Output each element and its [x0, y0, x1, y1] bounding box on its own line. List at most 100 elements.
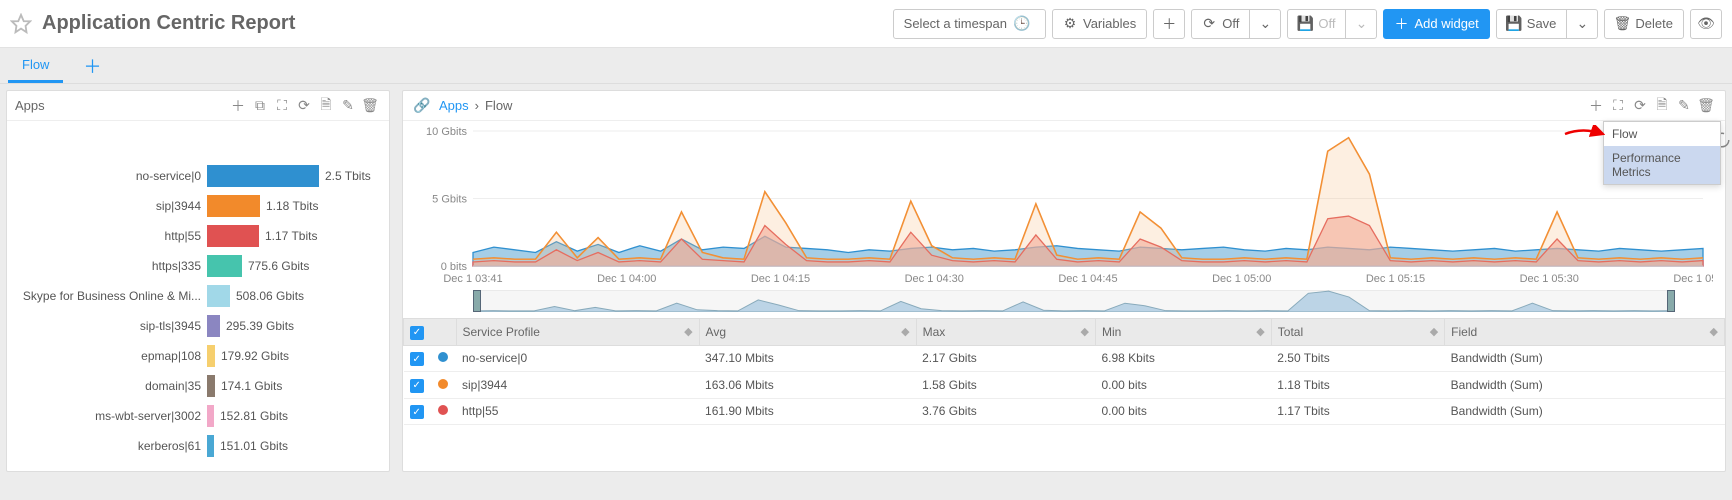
bar-value: 2.5 Tbits [325, 169, 371, 183]
autorefresh-button[interactable]: 💾 Off [1287, 9, 1346, 39]
bar-row[interactable]: ms-wbt-server|3002152.81 Gbits [17, 401, 379, 431]
brush-handle-right[interactable] [1667, 290, 1675, 312]
col-max[interactable]: Max◆ [916, 319, 1095, 346]
bar-fill [207, 345, 215, 367]
panel-refresh-icon[interactable]: ⟳ [293, 95, 315, 117]
bar-row[interactable]: sip-tls|3945295.39 Gbits [17, 311, 379, 341]
cell-field: Bandwidth (Sum) [1445, 398, 1725, 425]
menu-item-flow[interactable]: Flow [1604, 122, 1720, 146]
autorefresh-label: Off [1318, 16, 1335, 31]
table-row[interactable]: ✓http|55161.90 Mbits3.76 Gbits0.00 bits1… [404, 398, 1725, 425]
bar-value: 179.92 Gbits [221, 349, 289, 363]
panel-edit-icon[interactable]: ✎ [337, 95, 359, 117]
col-field[interactable]: Field◆ [1445, 319, 1725, 346]
select-timespan-button[interactable]: Select a timespan 🕒 [893, 9, 1046, 39]
panel-expand-icon[interactable]: ⛶ [271, 95, 293, 117]
cell-total: 2.50 Tbits [1271, 345, 1444, 372]
panel-export-icon[interactable]: 🗎 [1651, 95, 1673, 117]
bar-label: ms-wbt-server|3002 [17, 409, 207, 423]
row-checkbox[interactable]: ✓ [410, 379, 424, 393]
tab-add-button[interactable]: ＋ [75, 49, 109, 83]
panel-expand-icon[interactable]: ⛶ [1607, 95, 1629, 117]
bar-row[interactable]: sip|39441.18 Tbits [17, 191, 379, 221]
panel-delete-icon[interactable]: 🗑 [1695, 95, 1717, 117]
col-total[interactable]: Total◆ [1271, 319, 1444, 346]
cell-max: 3.76 Gbits [916, 398, 1095, 425]
col-avg[interactable]: Avg◆ [699, 319, 916, 346]
content-area: Apps ＋ ⧉ ⛶ ⟳ 🗎 ✎ 🗑 no-service|02.5 Tbits… [0, 84, 1732, 472]
bar-row[interactable]: no-service|02.5 Tbits [17, 161, 379, 191]
breadcrumb-root[interactable]: Apps [439, 98, 469, 113]
bar-row[interactable]: Skype for Business Online & Mi...508.06 … [17, 281, 379, 311]
preview-button[interactable]: 👁 [1690, 9, 1722, 39]
bar-label: domain|35 [17, 379, 207, 393]
panel-edit-icon[interactable]: ✎ [1673, 95, 1695, 117]
panel-add-icon[interactable]: ＋ [1585, 95, 1607, 117]
favorite-star-icon[interactable] [10, 13, 32, 35]
cell-service-profile: sip|3944 [456, 372, 699, 399]
bar-row[interactable]: kerberos|61151.01 Gbits [17, 431, 379, 461]
panel-type-dropdown: Flow Performance Metrics [1603, 121, 1721, 185]
panel-add-icon[interactable]: ＋ [227, 95, 249, 117]
bar-value: 508.06 Gbits [236, 289, 304, 303]
bar-fill [207, 375, 215, 397]
chevron-down-icon: ⌄ [1354, 17, 1368, 31]
row-checkbox[interactable]: ✓ [410, 405, 424, 419]
flow-data-table: ✓ Service Profile◆ Avg◆ Max◆ Min◆ Total◆… [403, 318, 1725, 425]
bar-row[interactable]: https|335775.6 Gbits [17, 251, 379, 281]
variables-icon: ⚙ [1063, 17, 1077, 31]
row-checkbox[interactable]: ✓ [410, 352, 424, 366]
bar-label: epmap|108 [17, 349, 207, 363]
panel-delete-icon[interactable]: 🗑 [359, 95, 381, 117]
chevron-down-icon: ⌄ [1575, 17, 1589, 31]
bar-row[interactable]: epmap|108 179.92 Gbits [17, 341, 379, 371]
autorefresh-caret[interactable]: ⌄ [1345, 9, 1377, 39]
panel-copy-icon[interactable]: ⧉ [249, 95, 271, 117]
add-variable-button[interactable]: ＋ [1153, 9, 1185, 39]
annotation-arrow-icon [1563, 125, 1605, 143]
delete-button[interactable]: 🗑 Delete [1604, 9, 1684, 39]
plus-icon: ＋ [83, 57, 101, 77]
bar-value: 174.1 Gbits [221, 379, 282, 393]
cell-avg: 347.10 Mbits [699, 345, 916, 372]
delete-label: Delete [1635, 16, 1673, 31]
menu-item-performance-metrics[interactable]: Performance Metrics [1604, 146, 1720, 184]
flow-area-chart[interactable]: 10 Gbits5 Gbits0 bitsDec 1 03:41Dec 1 04… [403, 121, 1725, 286]
breadcrumb-sep: › [475, 98, 479, 113]
svg-text:Dec 1 05:30: Dec 1 05:30 [1520, 273, 1579, 285]
refresh-toggle-caret[interactable]: ⌄ [1249, 9, 1281, 39]
clock-icon: 🕒 [1015, 17, 1029, 31]
refresh-label: Off [1222, 16, 1239, 31]
header-checkbox[interactable]: ✓ [404, 319, 431, 346]
bar-fill [207, 195, 260, 217]
variables-button[interactable]: ⚙ Variables [1052, 9, 1147, 39]
col-service-profile[interactable]: Service Profile◆ [456, 319, 699, 346]
cell-max: 2.17 Gbits [916, 345, 1095, 372]
add-widget-button[interactable]: ＋ Add widget [1383, 9, 1489, 39]
refresh-icon: ⟳ [1202, 17, 1216, 31]
brush-handle-left[interactable] [473, 290, 481, 312]
save-button[interactable]: 💾 Save [1496, 9, 1568, 39]
trash-icon: 🗑 [1615, 17, 1629, 31]
bar-fill [207, 165, 319, 187]
svg-text:10 Gbits: 10 Gbits [426, 126, 467, 138]
refresh-toggle-button[interactable]: ⟳ Off [1191, 9, 1250, 39]
add-widget-label: Add widget [1414, 16, 1478, 31]
time-range-brush[interactable] [473, 290, 1675, 312]
panel-export-icon[interactable]: 🗎 [315, 95, 337, 117]
table-row[interactable]: ✓no-service|0347.10 Mbits2.17 Gbits6.98 … [404, 345, 1725, 372]
panel-flow: 🔗 Apps › Flow ＋ ⛶ ⟳ 🗎 ✎ 🗑 Flow Performan… [402, 90, 1726, 472]
save-caret[interactable]: ⌄ [1566, 9, 1598, 39]
tab-flow[interactable]: Flow [8, 49, 63, 83]
cell-avg: 161.90 Mbits [699, 398, 916, 425]
col-min[interactable]: Min◆ [1095, 319, 1271, 346]
cell-total: 1.17 Tbits [1271, 398, 1444, 425]
panel-refresh-icon[interactable]: ⟳ [1629, 95, 1651, 117]
plus-icon: ＋ [1162, 17, 1176, 31]
svg-text:Dec 1 04:45: Dec 1 04:45 [1058, 273, 1117, 285]
bar-row[interactable]: http|551.17 Tbits [17, 221, 379, 251]
svg-text:Dec 1 05:00: Dec 1 05:00 [1212, 273, 1271, 285]
bar-fill [207, 405, 214, 427]
bar-row[interactable]: domain|35 174.1 Gbits [17, 371, 379, 401]
table-row[interactable]: ✓sip|3944163.06 Mbits1.58 Gbits0.00 bits… [404, 372, 1725, 399]
